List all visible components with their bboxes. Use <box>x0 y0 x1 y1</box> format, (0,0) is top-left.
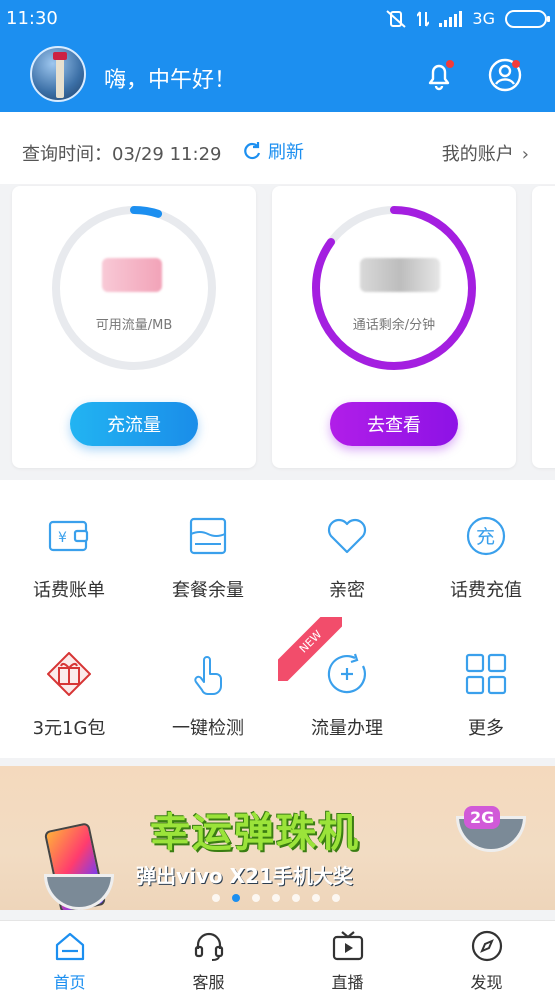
grid-label: 更多 <box>468 718 504 739</box>
nav-label: 首页 <box>53 973 86 992</box>
new-ribbon: NEW <box>278 617 342 681</box>
bottom-nav: 首页 客服 直播 发现 <box>0 920 555 1000</box>
grid-label: 话费充值 <box>450 580 522 601</box>
my-account-label: 我的账户 <box>441 144 514 165</box>
user-badge <box>512 60 520 68</box>
nav-label: 发现 <box>470 973 503 992</box>
next-card-peek[interactable] <box>532 186 555 468</box>
grid-item-bill[interactable]: ¥ 话费账单 <box>0 486 138 616</box>
carousel-dot[interactable] <box>232 894 240 902</box>
more-grid-icon <box>465 653 507 695</box>
compass-icon <box>471 930 503 962</box>
user-icon[interactable] <box>488 58 522 92</box>
grid-label: 话费账单 <box>33 580 105 601</box>
carousel-dot[interactable] <box>292 894 300 902</box>
svg-text:充: 充 <box>476 526 495 548</box>
cup-decoration <box>44 874 114 910</box>
carousel-dot[interactable] <box>312 894 320 902</box>
vibrate-off-icon <box>386 9 407 28</box>
grid-label: 套餐余量 <box>172 580 244 601</box>
carousel-dots[interactable] <box>212 894 340 902</box>
banner-subtitle: 弹出vivo X21手机大奖 <box>136 864 353 888</box>
touch-icon <box>194 656 222 695</box>
grid-item-package[interactable]: 套餐余量 <box>139 486 277 616</box>
carousel-dot[interactable] <box>332 894 340 902</box>
query-row: 查询时间：03/29 11:29 刷新 我的账户 › <box>0 112 555 184</box>
nav-home[interactable]: 首页 <box>0 921 139 1000</box>
data-arrows-icon <box>417 10 430 27</box>
recharge-icon: 充 <box>466 516 506 556</box>
data-card-label: 可用流量/MB <box>95 318 173 333</box>
chevron-right-icon: › <box>521 144 529 165</box>
carousel-dot[interactable] <box>272 894 280 902</box>
svg-text:¥: ¥ <box>58 530 67 546</box>
refresh-button[interactable]: 刷新 <box>242 138 304 164</box>
grid-label: 亲密 <box>329 580 365 601</box>
carousel-dot[interactable] <box>252 894 260 902</box>
grid-label: 3元1G包 <box>32 718 106 739</box>
promo-banner[interactable]: 幸运弹珠机 弹出vivo X21手机大奖 2G <box>0 766 555 910</box>
headset-icon <box>194 932 224 961</box>
gift-icon <box>47 652 91 696</box>
grid-label: 一键检测 <box>172 718 244 739</box>
nav-discover[interactable]: 发现 <box>417 921 555 1000</box>
status-icons: 3G <box>385 9 550 28</box>
nav-live[interactable]: 直播 <box>278 921 417 1000</box>
call-card-label: 通话剩余/分钟 <box>352 318 436 333</box>
package-icon <box>189 517 227 555</box>
tv-icon <box>332 931 364 961</box>
heart-icon <box>327 518 367 554</box>
battery-icon <box>505 9 550 28</box>
grid-item-detect[interactable]: 一键检测 <box>139 624 277 754</box>
usage-cards: 可用流量/MB 充流量 通话剩余/分钟 去查看 <box>0 184 555 480</box>
data-usage-card[interactable]: 可用流量/MB 充流量 <box>12 186 256 468</box>
grid-item-3yuan[interactable]: 3元1G包 <box>0 624 138 754</box>
carousel-dot[interactable] <box>212 894 220 902</box>
banner-title: 幸运弹珠机 <box>150 810 360 856</box>
query-time: 查询时间：03/29 11:29 <box>22 144 222 165</box>
nav-label: 客服 <box>192 973 225 992</box>
bell-icon[interactable] <box>422 58 456 92</box>
call-usage-card[interactable]: 通话剩余/分钟 去查看 <box>272 186 516 468</box>
status-time: 11:30 <box>6 8 58 29</box>
nav-label: 直播 <box>331 973 364 992</box>
refresh-label: 刷新 <box>268 142 304 163</box>
view-call-button[interactable]: 去查看 <box>330 402 458 446</box>
recharge-data-button[interactable]: 充流量 <box>70 402 198 446</box>
banner-tag: 2G <box>464 806 501 829</box>
greeting-text: 嗨，中午好！ <box>104 68 237 93</box>
avatar[interactable] <box>30 46 86 102</box>
grid-item-intimate[interactable]: 亲密 <box>278 486 416 616</box>
my-account-link[interactable]: 我的账户 › <box>442 140 529 166</box>
nav-service[interactable]: 客服 <box>139 921 278 1000</box>
signal-icon <box>439 10 463 27</box>
data-value-blurred <box>102 258 162 292</box>
call-value-blurred <box>360 258 440 292</box>
bell-badge <box>446 60 454 68</box>
grid-item-more[interactable]: 更多 <box>417 624 555 754</box>
refresh-icon <box>244 142 261 160</box>
status-bar: 11:30 3G <box>0 0 555 38</box>
grid-label: 流量办理 <box>311 718 383 739</box>
home-icon <box>55 932 85 961</box>
grid-item-recharge[interactable]: 充 话费充值 <box>417 486 555 616</box>
network-type: 3G <box>472 9 495 28</box>
wallet-icon: ¥ <box>48 520 89 552</box>
app-header: 11:30 3G 嗨，中午好！ <box>0 0 555 112</box>
new-badge: NEW <box>278 617 342 681</box>
lighthouse-icon <box>53 52 67 98</box>
